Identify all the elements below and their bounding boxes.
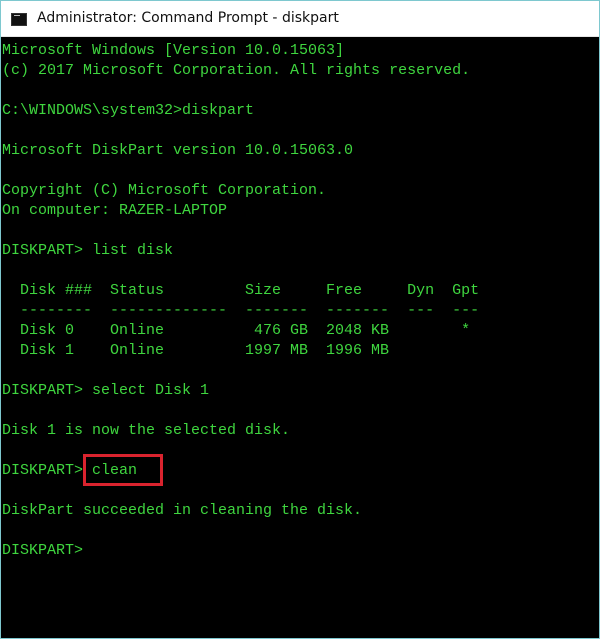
console-line-diskpart-version: Microsoft DiskPart version 10.0.15063.0 [2,142,354,159]
window-title: Administrator: Command Prompt - diskpart [37,10,339,26]
console-line-cmd-diskpart: C:\WINDOWS\system32>diskpart [2,102,255,119]
diskpart-prompt: DISKPART> [2,462,93,479]
console-line-computer: On computer: RAZER-LAPTOP [2,202,228,219]
command-prompt-window: Administrator: Command Prompt - diskpart… [0,0,600,639]
console-line-cmd-select: DISKPART> select Disk 1 [2,382,210,399]
console-line-version: Microsoft Windows [Version 10.0.15063] [2,42,345,59]
disk-table-separator: -------- ------------- ------- ------- -… [2,302,480,319]
disk-table-row: Disk 0 Online 476 GB 2048 KB * [2,322,471,339]
console-line-diskpart-copyright: Copyright (C) Microsoft Corporation. [2,182,327,199]
command-prompt-icon [11,13,27,26]
console-line-copyright: (c) 2017 Microsoft Corporation. All righ… [2,62,471,79]
disk-table-row: Disk 1 Online 1997 MB 1996 MB [2,342,390,359]
console-line-clean-result: DiskPart succeeded in cleaning the disk. [2,502,363,519]
console-input-prompt[interactable]: DISKPART> [2,541,83,561]
console-line-select-result: Disk 1 is now the selected disk. [2,422,291,439]
title-bar[interactable]: Administrator: Command Prompt - diskpart [1,1,599,37]
console-line-cmd-list-disk: DISKPART> list disk [2,242,174,259]
console-output[interactable]: Microsoft Windows [Version 10.0.15063] (… [1,37,599,638]
clean-command-highlight [83,454,163,486]
disk-table-header: Disk ### Status Size Free Dyn Gpt [2,282,480,299]
